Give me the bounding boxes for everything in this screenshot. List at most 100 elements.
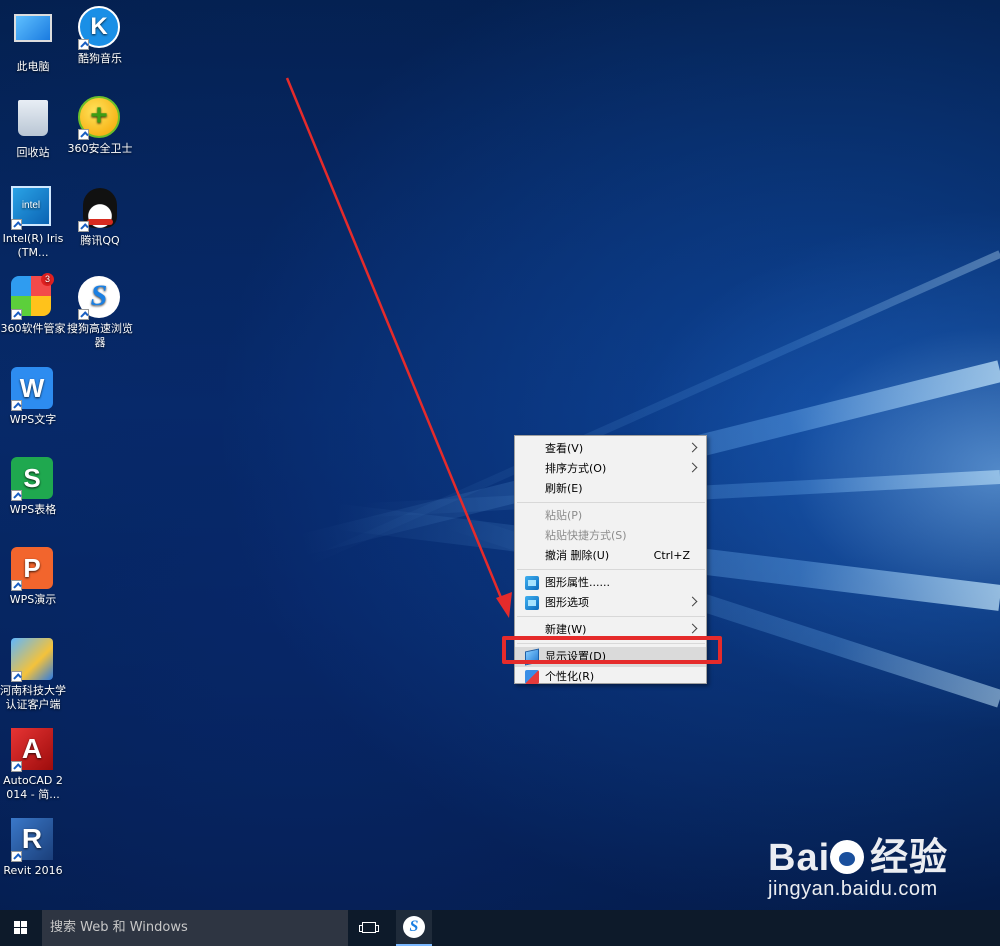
shortcut-arrow-icon bbox=[78, 129, 89, 140]
menu-item-view[interactable]: 查看(V) bbox=[515, 439, 706, 459]
windows-logo-icon bbox=[14, 921, 28, 935]
desktop-icon-label: WPS演示 bbox=[9, 593, 57, 606]
menu-item-label: 粘贴(P) bbox=[545, 509, 583, 522]
menu-item-label: 查看(V) bbox=[545, 442, 584, 455]
desktop-icon-qq[interactable]: 腾讯QQ bbox=[67, 186, 133, 248]
desktop-icon-label: 酷狗音乐 bbox=[78, 52, 122, 65]
desktop-icon-wps-spreadsheet[interactable]: S WPS表格 bbox=[0, 457, 66, 517]
taskbar-app-sogou-browser[interactable]: S bbox=[396, 910, 432, 946]
keyboard-shortcut: Ctrl+Z bbox=[653, 549, 690, 562]
desktop-icon-label: 此电脑 bbox=[16, 60, 50, 73]
watermark-url: jingyan.baidu.com bbox=[768, 878, 938, 900]
desktop-icon-network-auth-client[interactable]: 河南科技大学认证客户端 bbox=[0, 638, 66, 712]
menu-item-label: 个性化(R) bbox=[545, 670, 595, 683]
personalize-icon bbox=[525, 670, 539, 684]
task-view-icon bbox=[359, 922, 379, 933]
desktop-icon-label: 360安全卫士 bbox=[67, 142, 133, 155]
notification-badge: 3 bbox=[41, 273, 54, 286]
menu-item-graphics-options[interactable]: 图形选项 bbox=[515, 593, 706, 613]
shortcut-arrow-icon bbox=[11, 761, 22, 772]
menu-item-sort[interactable]: 排序方式(O) bbox=[515, 459, 706, 479]
desktop-icon-360-software-manager[interactable]: 3 360软件管家 bbox=[0, 273, 66, 336]
chevron-right-icon bbox=[687, 596, 698, 607]
menu-item-label: 撤消 删除(U) bbox=[545, 549, 610, 562]
desktop-icon-label: 腾讯QQ bbox=[80, 234, 120, 247]
shortcut-arrow-icon bbox=[11, 671, 22, 682]
shortcut-arrow-icon bbox=[11, 490, 22, 501]
desktop-icon-recycle-bin[interactable]: 回收站 bbox=[0, 96, 66, 160]
task-view-button[interactable] bbox=[350, 910, 388, 946]
chevron-right-icon bbox=[687, 623, 698, 634]
desktop-icon-label: WPS表格 bbox=[9, 503, 57, 516]
desktop-icon-sogou-browser[interactable]: S 搜狗高速浏览器 bbox=[67, 276, 133, 350]
baidu-jingyan-watermark: Bai 经验 jingyan.baidu.com bbox=[768, 838, 978, 908]
desktop-icon-wps-presentation[interactable]: P WPS演示 bbox=[0, 547, 66, 607]
desktop[interactable]: 此电脑 回收站 intel Intel(R) Iris(TM... 3 360软… bbox=[0, 0, 1000, 910]
shortcut-arrow-icon bbox=[11, 400, 22, 411]
shortcut-arrow-icon bbox=[11, 580, 22, 591]
menu-item-label: 图形属性...... bbox=[545, 576, 610, 589]
menu-item-label: 新建(W) bbox=[545, 623, 587, 636]
sogou-browser-icon: S bbox=[78, 276, 122, 320]
menu-item-label: 排序方式(O) bbox=[545, 462, 607, 475]
watermark-brand-left: Bai bbox=[768, 837, 831, 879]
desktop-icon-revit[interactable]: R Revit 2016 bbox=[0, 818, 66, 878]
shortcut-arrow-icon bbox=[78, 221, 89, 232]
watermark-brand: Bai 经验 bbox=[768, 838, 978, 878]
desktop-icon-wps-writer[interactable]: W WPS文字 bbox=[0, 367, 66, 427]
shortcut-arrow-icon bbox=[11, 851, 22, 862]
revit-icon: R bbox=[11, 818, 55, 862]
annotation-arrow bbox=[285, 77, 512, 618]
desktop-icon-label: 回收站 bbox=[16, 146, 50, 159]
menu-item-label: 刷新(E) bbox=[545, 482, 583, 495]
recycle-bin-icon bbox=[11, 100, 55, 144]
menu-item-graphics-properties[interactable]: 图形属性...... bbox=[515, 573, 706, 593]
menu-item-label: 粘贴快捷方式(S) bbox=[545, 529, 627, 542]
desktop-icon-label: WPS文字 bbox=[9, 413, 57, 426]
annotation-highlight-box bbox=[502, 636, 722, 664]
shortcut-arrow-icon bbox=[11, 219, 22, 230]
desktop-icon-label: Intel(R) Iris(TM... bbox=[2, 232, 64, 259]
autocad-icon: A bbox=[11, 728, 55, 772]
intel-graphics-icon bbox=[525, 596, 539, 610]
wps-writer-icon: W bbox=[11, 367, 55, 411]
intel-graphics-icon bbox=[525, 576, 539, 590]
shortcut-arrow-icon bbox=[11, 309, 22, 320]
menu-item-refresh[interactable]: 刷新(E) bbox=[515, 479, 706, 499]
menu-item-label: 图形选项 bbox=[545, 596, 589, 609]
desktop-icon-kugou-music[interactable]: K 酷狗音乐 bbox=[67, 6, 133, 66]
desktop-icon-360-safe[interactable]: + 360安全卫士 bbox=[67, 96, 133, 156]
360-software-manager-icon: 3 bbox=[11, 273, 55, 320]
desktop-icon-this-pc[interactable]: 此电脑 bbox=[0, 6, 66, 74]
computer-icon bbox=[11, 14, 55, 58]
menu-separator bbox=[517, 616, 705, 617]
chevron-right-icon bbox=[687, 442, 698, 453]
watermark-brand-right: 经验 bbox=[870, 837, 949, 879]
desktop-icon-intel-graphics[interactable]: intel Intel(R) Iris(TM... bbox=[0, 186, 66, 260]
menu-item-personalize[interactable]: 个性化(R) bbox=[515, 667, 706, 687]
desktop-icon-label: AutoCAD 2014 - 简... bbox=[3, 774, 63, 801]
start-button[interactable] bbox=[0, 910, 42, 946]
network-auth-client-icon bbox=[11, 638, 55, 682]
baidu-paw-icon bbox=[830, 840, 865, 874]
menu-item-undo-delete[interactable]: 撤消 删除(U) Ctrl+Z bbox=[515, 546, 706, 566]
menu-item-paste-shortcut: 粘贴快捷方式(S) bbox=[515, 526, 706, 546]
menu-separator bbox=[517, 569, 705, 570]
desktop-icon-label: 360软件管家 bbox=[0, 322, 66, 335]
desktop-icon-label: 搜狗高速浏览器 bbox=[67, 322, 133, 349]
sogou-browser-icon: S bbox=[403, 916, 425, 938]
shortcut-arrow-icon bbox=[78, 309, 89, 320]
desktop-icon-label: Revit 2016 bbox=[3, 864, 63, 877]
menu-separator bbox=[517, 502, 705, 503]
kugou-music-icon: K bbox=[78, 6, 122, 50]
menu-item-paste: 粘贴(P) bbox=[515, 506, 706, 526]
shortcut-arrow-icon bbox=[78, 39, 89, 50]
desktop-icon-label: 河南科技大学认证客户端 bbox=[0, 684, 66, 711]
360-safe-icon: + bbox=[78, 96, 122, 140]
chevron-right-icon bbox=[687, 462, 698, 473]
taskbar-search-box[interactable]: 搜索 Web 和 Windows bbox=[42, 910, 348, 946]
wps-presentation-icon: P bbox=[11, 547, 55, 591]
wps-spreadsheet-icon: S bbox=[11, 457, 55, 501]
desktop-icon-autocad[interactable]: A AutoCAD 2014 - 简... bbox=[0, 728, 66, 802]
intel-graphics-icon: intel bbox=[11, 186, 55, 230]
